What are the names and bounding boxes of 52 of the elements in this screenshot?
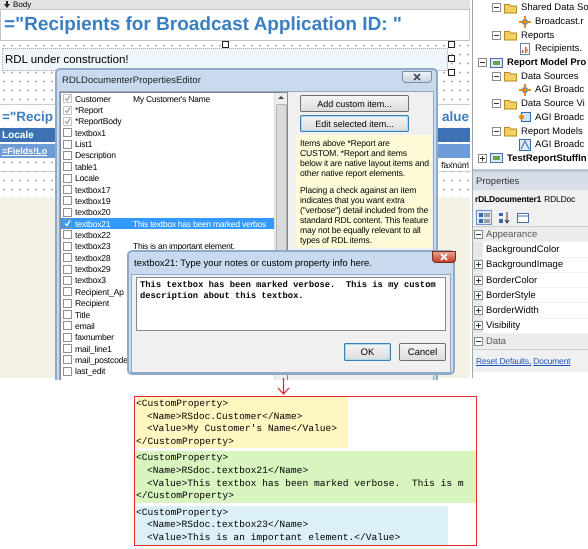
item-name: table1 [75,162,98,172]
item-name: textbox20 [75,207,112,218]
item-name: List1 [75,139,94,150]
item-name: faxnumber [75,332,115,342]
item-name: textbox23 [75,241,112,252]
item-name: textbox21 [75,218,112,229]
code-line: </CustomProperty> [136,436,235,448]
item-name: mail_postcode [75,354,129,365]
help-text: Items above *Report are CUSTOM. *Report and items below it are native layout items and other native report elements. [300,138,430,178]
item-name: Title [75,310,91,320]
code-line: <CustomProperty> [136,506,230,520]
code-line: <Value>This textbox has been marked verbose. This is m [146,478,465,490]
dialog-title: RDLDocumenterPropertiesEditor [62,75,201,86]
item-value: My Customer's Name [133,94,210,104]
item-name: textbox28 [75,252,112,263]
item-name: Customer [75,94,112,104]
object-name: rDLDocumenter1 [475,194,542,204]
item-name: textbox3 [75,275,107,286]
item-name: textbox1 [75,128,107,138]
item-name: last_edit [75,366,106,376]
header-cell: Locale [2,130,34,140]
item-name: mail_line1 [75,344,113,354]
item-name: Description [75,150,117,160]
table-title: alue [442,108,469,124]
panel-title: Properties [473,169,588,190]
item-name: textbox19 [75,196,112,206]
table-cell: faxnum [441,160,469,170]
code-line: <Name>RSdoc.textbox21</Name> [146,464,310,478]
item-name: Recipient_Ap [75,286,125,297]
code-line: <Value>My Customer's Name</Value> [146,423,338,436]
code-line: <Name>RSdoc.Customer</Name> [146,410,304,424]
detail-cell: =Fields!Lo [2,146,48,156]
dialog-title: textbox21: Type your notes or custom property info here. [134,258,372,268]
item-value: This textbox has been marked verbos [133,218,266,229]
help-text: Placing a check against an item indicates that you want extra ("verbose") detail included from the standard RDL content. This feature may not be equally relevant to all types of RDL items. [300,185,430,245]
code-line: <Name>RSdoc.textbox23</Name> [146,519,310,532]
item-name: Recipient [75,298,110,308]
item-name: textbox22 [75,230,112,240]
item-name: *Report [75,105,104,116]
code-line: <CustomProperty> [136,398,230,411]
table-title: ="Recip [2,108,54,124]
item-name: Locale [75,173,100,184]
code-line: <Value>This is an important element.</Value> [146,532,402,545]
report-title: ="Recipients for Broadcast Application ID: " [0,9,470,41]
item-name: *ReportBody [75,116,123,126]
item-name: textbox29 [75,264,112,274]
code-line: <CustomProperty> [136,452,230,465]
item-name: email [75,320,96,331]
item-value: This is an important element. [133,241,235,252]
item-name: textbox17 [75,184,112,195]
object-type: RDLDoc [544,194,576,204]
code-line: </CustomProperty> [136,490,235,503]
